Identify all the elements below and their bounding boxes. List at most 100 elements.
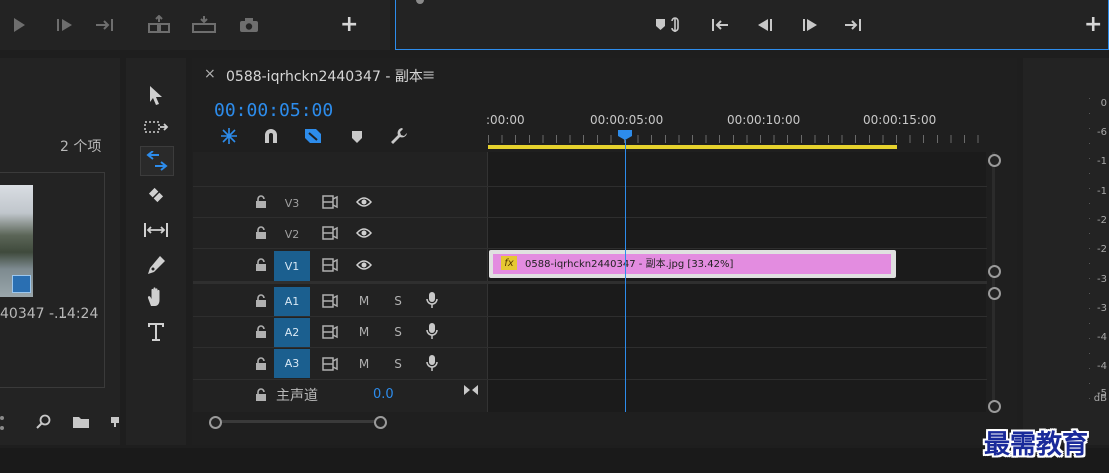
playhead-timecode[interactable]: 00:00:05:00 [214,100,333,121]
eye-icon[interactable] [354,223,374,243]
fx-badge[interactable]: fx [501,256,517,270]
timeline-close-button[interactable]: × [204,66,216,82]
mute-button[interactable]: M [354,322,374,342]
track-label-v2[interactable]: V2 [274,220,310,248]
row-separator [193,248,987,249]
solo-button[interactable]: S [388,322,408,342]
vertical-scrollbar-track[interactable] [992,152,995,412]
lock-icon[interactable] [251,255,271,275]
razor-tool-icon[interactable] [144,182,168,208]
track-label-a2[interactable]: A2 [274,318,310,347]
list-view-icon[interactable] [0,416,16,430]
wrench-icon[interactable] [388,126,410,146]
row-separator [193,316,987,317]
snap-magnet-icon[interactable] [260,126,282,146]
bottom-strip [0,448,1109,473]
program-add-button[interactable]: + [1084,12,1102,37]
microphone-icon[interactable] [422,290,442,310]
clip-duration: 14:24 [58,306,99,322]
meter-label: -3 [1097,303,1107,314]
pen-tool-icon[interactable] [144,252,168,278]
linked-selection-icon[interactable] [302,126,324,146]
sync-lock-icon[interactable] [320,354,340,374]
clip-thumbnail[interactable] [0,185,33,297]
ripple-edit-tool-icon[interactable] [140,146,174,176]
meter-label: -1 [1097,156,1107,167]
lock-icon[interactable] [251,322,271,342]
sync-lock-icon[interactable] [320,255,340,275]
meter-label: -4 [1097,332,1107,343]
play-icon[interactable] [8,14,30,36]
microphone-icon[interactable] [422,321,442,341]
step-forward-program-icon[interactable] [798,15,822,35]
solo-button[interactable]: S [388,354,408,374]
audio-meter-panel: 0 -6 -1 -1 -2 -2 -3 -3 -4 -4 -5 -5 dB [1023,58,1109,445]
step-back-icon[interactable] [753,15,777,35]
meter-label: -2 [1097,244,1107,255]
track-select-tool-icon[interactable] [142,116,170,140]
type-tool-icon[interactable] [144,318,168,344]
timeline-panel-menu[interactable]: ≡ [422,65,435,84]
meter-label: -2 [1097,215,1107,226]
selection-tool-icon[interactable] [144,82,168,108]
search-icon[interactable] [34,412,54,432]
go-to-out-icon[interactable] [841,15,865,35]
ruler-label-1: 00:00:05:00 [590,113,664,127]
folder-icon[interactable] [70,412,92,432]
playhead-line [625,140,626,412]
slip-tool-icon[interactable] [140,218,172,242]
lock-icon[interactable] [251,223,271,243]
meter-label: -3 [1097,274,1107,285]
scroll-handle-video-bottom[interactable] [988,265,1001,278]
eye-icon[interactable] [354,255,374,275]
new-item-icon[interactable] [110,412,120,432]
track-label-a1[interactable]: A1 [274,287,310,316]
scroll-handle-audio-bottom[interactable] [988,400,1001,413]
camera-icon[interactable] [236,14,262,36]
source-monitor-panel: + [0,0,390,50]
hand-tool-icon[interactable] [144,284,168,310]
row-separator [193,186,987,187]
horizontal-scrollbar-track[interactable] [214,420,384,423]
work-area-bar[interactable] [488,145,897,149]
meter-scale-line [1089,98,1090,403]
sync-lock-icon[interactable] [320,322,340,342]
microphone-icon[interactable] [422,353,442,373]
lift-icon[interactable] [146,13,172,37]
h-scroll-handle-left[interactable] [209,416,222,429]
lock-icon[interactable] [251,354,271,374]
meter-db-label: dB [1093,393,1107,404]
lock-icon[interactable] [251,192,271,212]
snap-nest-icon[interactable] [218,126,240,146]
program-monitor-panel: + [395,0,1109,50]
lock-icon[interactable] [251,385,271,405]
lock-icon[interactable] [251,291,271,311]
meter-label: -4 [1097,361,1107,372]
step-forward-icon[interactable] [54,14,76,36]
scroll-handle-video-top[interactable] [988,154,1001,167]
go-to-end-icon[interactable] [461,380,481,400]
sync-lock-icon[interactable] [320,223,340,243]
mute-button[interactable]: M [354,354,374,374]
sync-lock-icon[interactable] [320,192,340,212]
scroll-handle-audio-top[interactable] [988,287,1001,300]
source-add-button[interactable]: + [340,12,358,37]
master-volume-value[interactable]: 0.0 [373,387,394,402]
insert-icon[interactable] [94,14,118,36]
solo-button[interactable]: S [388,291,408,311]
mute-button[interactable]: M [354,291,374,311]
timeline-clip[interactable]: fx 0588-iqrhckn2440347 - 副本.jpg [33.42%] [489,250,896,278]
track-label-a3[interactable]: A3 [274,349,310,378]
track-label-v1[interactable]: V1 [274,251,310,281]
extract-icon[interactable] [190,13,218,37]
sync-lock-icon[interactable] [320,291,340,311]
go-to-in-icon[interactable] [708,15,732,35]
eye-icon[interactable] [354,192,374,212]
sequence-tab-title[interactable]: 0588-iqrhckn2440347 - 副本 [226,66,423,86]
row-separator [193,347,987,348]
add-marker-icon[interactable] [347,128,367,146]
track-label-v3[interactable]: V3 [274,189,310,217]
h-scroll-handle-right[interactable] [374,416,387,429]
marker-link-icon[interactable] [653,14,683,36]
meter-label: -6 [1097,127,1107,138]
